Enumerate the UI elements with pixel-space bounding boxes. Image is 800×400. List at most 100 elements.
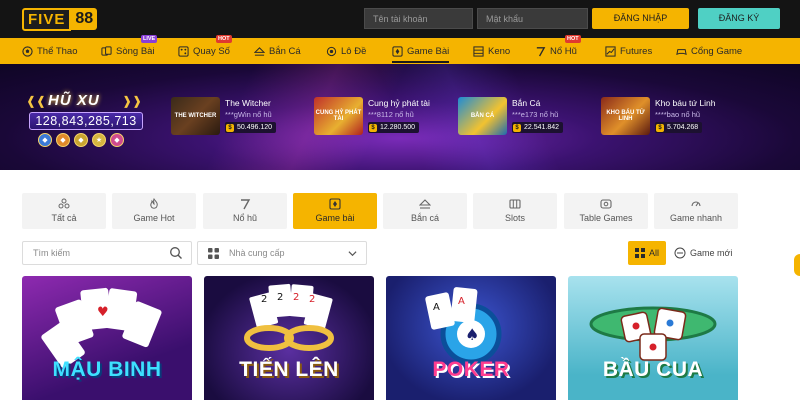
nav-label: Thể Thao: [37, 45, 78, 57]
winner-amount: $50.496.120: [225, 122, 277, 133]
category-tab-card-games[interactable]: Game bài: [293, 193, 377, 229]
keno-icon: [473, 45, 484, 57]
category-tab-quick-games[interactable]: Game nhanh: [654, 193, 738, 229]
svg-text:♣: ♣: [139, 314, 152, 330]
game-card-poker[interactable]: ♠ A A POKER: [386, 276, 556, 400]
category-tab-hot[interactable]: Game Hot: [112, 193, 196, 229]
chevron-down-icon: [348, 251, 357, 257]
coin-icon: ◆: [38, 133, 52, 147]
winner-item[interactable]: KHO BÁU TỨ LINH Kho báu tứ Linh ****bao …: [601, 97, 751, 135]
logo-text-88: 88: [71, 8, 98, 30]
search-input[interactable]: Tìm kiếm: [22, 241, 192, 265]
username-field[interactable]: [364, 8, 473, 29]
flame-icon: [150, 198, 158, 209]
winner-game-name: Cung hỷ phát tài: [368, 98, 430, 108]
all-games-icon: [58, 198, 70, 209]
nav-item-card-games[interactable]: Game Bài: [392, 38, 450, 64]
five88-logo[interactable]: FIVE 88: [22, 6, 98, 32]
svg-text:2: 2: [277, 292, 283, 303]
new-games-filter-button[interactable]: Game mới: [674, 241, 732, 265]
winner-game-name: Bắn Cá: [512, 98, 541, 108]
lottery-icon: [178, 45, 189, 57]
nav-item-game-portal[interactable]: Cổng Game: [676, 38, 742, 64]
winner-amount-value: 22.541.842: [524, 124, 560, 131]
game-card-tien-len[interactable]: 2 2 2 2 TIẾN LÊN: [204, 276, 374, 400]
nav-label: Sòng Bài: [116, 45, 155, 57]
winner-user: ***gWin nổ hũ: [225, 110, 272, 119]
nav-item-lottery[interactable]: Quay Số HOT: [178, 35, 232, 64]
game-card-mau-binh[interactable]: ♥ ♣ MẬU BINH: [22, 276, 192, 400]
category-tab-all[interactable]: Tất cả: [22, 193, 106, 229]
password-field[interactable]: [477, 8, 588, 29]
nav-item-keno[interactable]: Keno: [473, 38, 510, 64]
category-tab-slots[interactable]: Slots: [473, 193, 557, 229]
number-ball-icon: [326, 46, 337, 57]
nav-item-fishing[interactable]: Bắn Cá: [254, 38, 301, 64]
winner-amount: $22.541.842: [512, 122, 564, 133]
winner-amount: $12.280.500: [368, 122, 420, 133]
coin-icon: ★: [92, 133, 106, 147]
category-tab-jackpot[interactable]: Nổ hũ: [203, 193, 287, 229]
game-title: POKER: [432, 358, 510, 381]
game-title: BẦU CUA: [602, 358, 704, 381]
chart-icon: [605, 45, 616, 57]
new-games-icon: [674, 247, 686, 259]
winner-amount-value: 50.496.120: [237, 124, 273, 131]
winner-item[interactable]: THE WITCHER The Witcher ***gWin nổ hũ $5…: [171, 97, 311, 135]
winner-item[interactable]: BẮN CÁ Bắn Cá ***e173 nổ hũ $22.541.842: [458, 97, 598, 135]
card-game-icon: [392, 45, 403, 57]
category-tab-table-games[interactable]: Table Games: [564, 193, 648, 229]
nav-label: Bắn Cá: [269, 45, 301, 57]
svg-text:2: 2: [309, 294, 315, 305]
category-label: Slots: [504, 213, 525, 223]
table-icon: [600, 199, 612, 209]
provider-select[interactable]: Nhà cung cấp: [197, 241, 367, 265]
svg-text:♥: ♥: [97, 305, 109, 320]
svg-text:A: A: [433, 302, 440, 313]
wing-left-icon: ❰❰: [26, 94, 47, 108]
coin-icon: $: [656, 123, 664, 132]
jackpot-amount: 128,843,285,713: [29, 112, 143, 130]
winner-item[interactable]: CUNG HỶ PHÁT TÀI Cung hỷ phát tài ***811…: [314, 97, 454, 135]
search-icon[interactable]: [169, 246, 183, 260]
logo-text-five: FIVE: [22, 7, 72, 31]
nav-label: Keno: [488, 45, 511, 57]
game-thumbnail: KHO BÁU TỨ LINH: [601, 97, 650, 135]
all-filter-button[interactable]: All: [628, 241, 666, 265]
nav-item-futures[interactable]: Futures: [605, 38, 652, 64]
hot-badge: HOT: [565, 35, 581, 43]
coin-icon: $: [369, 123, 377, 132]
nav-label: Nổ Hũ: [550, 45, 577, 57]
nav-item-sports[interactable]: Thể Thao: [22, 38, 78, 64]
cards-icon: [101, 45, 112, 57]
game-title: TIẾN LÊN: [239, 358, 339, 381]
category-label: Bắn cá: [410, 213, 440, 223]
login-button[interactable]: ĐĂNG NHẬP: [592, 8, 689, 29]
nav-item-jackpot[interactable]: Nổ Hũ HOT: [535, 35, 581, 64]
coin-icon: ◆: [110, 133, 124, 147]
winner-user: ***e173 nổ hũ: [512, 110, 559, 119]
coin-icon: ◆: [74, 133, 88, 147]
jackpot-coins: ◆ ◆ ◆ ★ ◆: [38, 133, 124, 147]
fish-icon: [254, 46, 265, 57]
card-game-icon: [329, 198, 341, 210]
category-label: Game Hot: [133, 213, 175, 223]
game-title: MẬU BINH: [52, 358, 162, 381]
side-widget-tab[interactable]: [794, 254, 800, 276]
gamepad-icon: [676, 46, 687, 57]
new-games-label: Game mới: [690, 248, 733, 258]
category-tab-fishing[interactable]: Bắn cá: [383, 193, 467, 229]
nav-label: Cổng Game: [691, 45, 743, 57]
seven-icon: [241, 199, 251, 210]
nav-item-casino[interactable]: Sòng Bài LIVE: [101, 35, 158, 64]
winner-amount-value: 12.280.500: [380, 124, 416, 131]
slot-icon: [535, 46, 546, 57]
main-nav: Thể Thao Sòng Bài LIVE Quay Số HOT Bắn C…: [0, 35, 800, 64]
slot-machine-icon: [509, 199, 521, 209]
game-card-bau-cua[interactable]: BẦU CUA: [568, 276, 738, 400]
svg-text:A: A: [458, 296, 465, 307]
nav-item-lode[interactable]: Lô Đề: [326, 38, 366, 64]
register-button[interactable]: ĐĂNG KÝ: [698, 8, 780, 29]
category-label: Game bài: [315, 213, 355, 223]
coin-icon: $: [226, 123, 234, 132]
